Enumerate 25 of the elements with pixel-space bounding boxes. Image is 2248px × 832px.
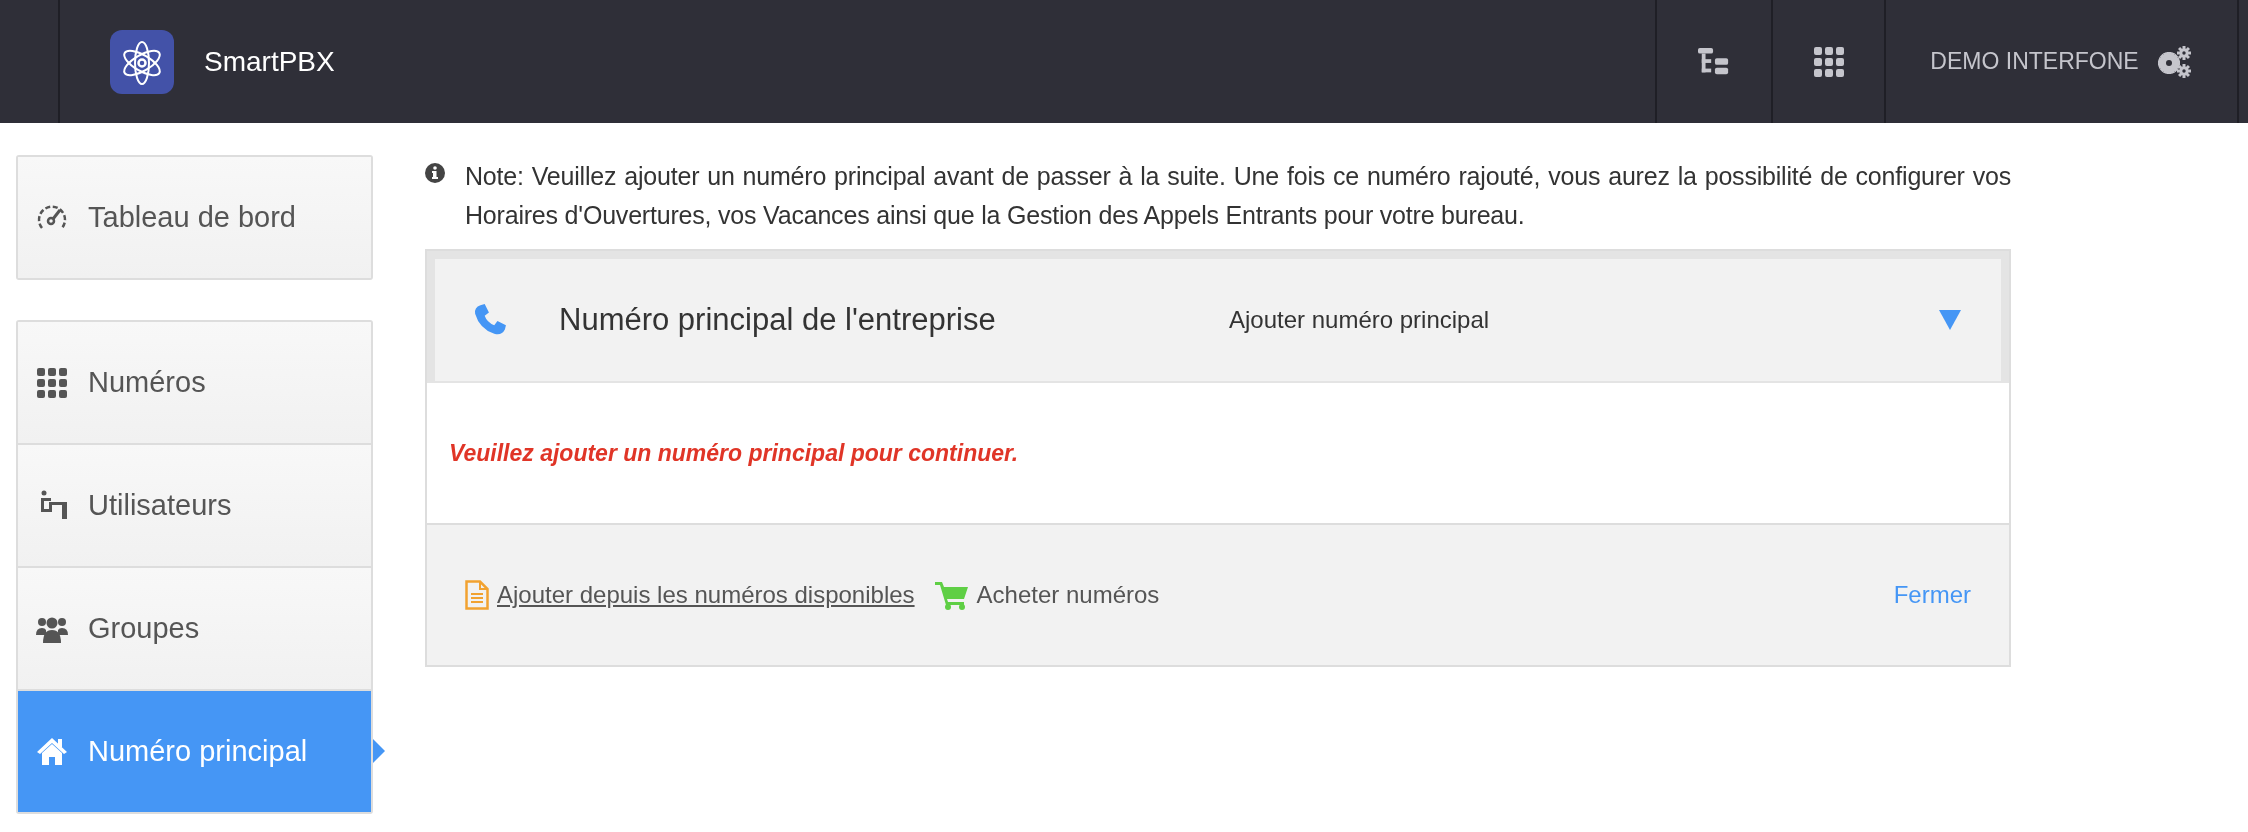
cart-icon [934, 580, 969, 610]
panel-title: Numéro principal de l'entreprise [559, 302, 997, 338]
panel-header[interactable]: Numéro principal de l'entreprise Ajouter numéro principal [427, 251, 2009, 381]
hierarchy-icon[interactable] [1698, 46, 1730, 77]
sidebar-item[interactable]: Tableau de bord [18, 157, 371, 278]
atom-logo-icon [110, 29, 174, 94]
sidebar-item[interactable]: Groupes [18, 566, 371, 689]
note-text: Note: Veuillez ajouter un numéro principal avant de passer à la suite. Une fois ce numéro rajouté, vous aurez la possibilité de configurer vos Horaires d'Ouvertures, vos Vacances ainsi que la Gestion des Appels Entrants pour votre bureau. [465, 161, 2011, 231]
gears-icon[interactable] [2156, 45, 2193, 78]
dropdown-triangle-icon[interactable] [1939, 310, 1961, 330]
panel-value: Ajouter numéro principal [1229, 306, 1491, 334]
dial-pad-icon [36, 366, 68, 399]
warning-text: Veuillez ajouter un numéro principal pour continuer. [449, 439, 1019, 467]
info-icon [425, 163, 445, 183]
selection-pointer-icon [373, 739, 385, 763]
app-name: SmartPBX [204, 45, 335, 78]
buy-numbers-link[interactable]: Acheter numéros [934, 580, 1160, 610]
phone-icon [473, 303, 507, 337]
home-icon [36, 735, 68, 768]
sidebar-item[interactable]: Numéros [18, 322, 371, 443]
sidebar-item[interactable]: Utilisateurs [18, 443, 371, 566]
document-icon [465, 580, 489, 610]
account-name[interactable]: DEMO INTERFONE [1930, 48, 2139, 75]
app-grid-icon[interactable] [1812, 46, 1845, 77]
add-numbers-link[interactable]: Ajouter depuis les numéros disponibles [465, 580, 915, 610]
